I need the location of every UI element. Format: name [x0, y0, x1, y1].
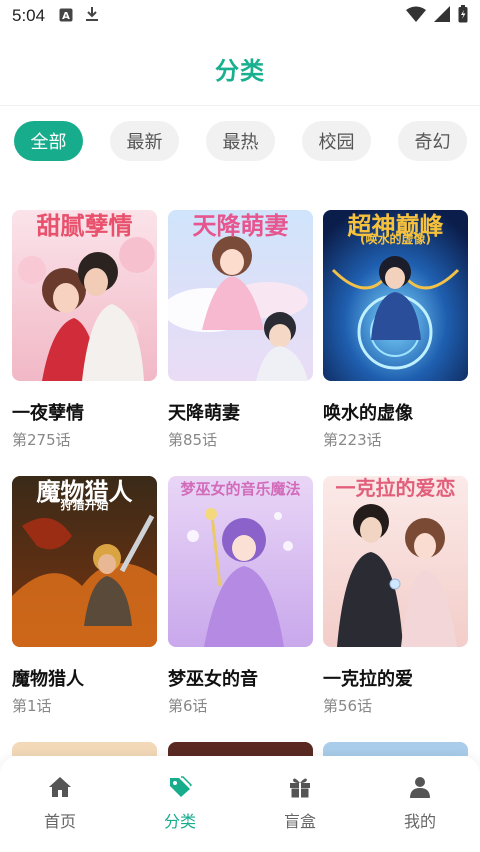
- nav-home[interactable]: 首页: [0, 756, 120, 852]
- cover-title: 一克拉的爱恋: [335, 476, 456, 500]
- cover-subtitle: (唤水的虚像): [360, 232, 431, 246]
- comic-cover[interactable]: 甜腻孽情: [12, 210, 157, 381]
- nav-blind-box[interactable]: 盲盒: [240, 756, 360, 852]
- nav-label: 盲盒: [283, 812, 316, 831]
- comic-cover[interactable]: [168, 742, 313, 756]
- comic-episode: 第1话: [12, 697, 52, 715]
- status-time: 5:04: [12, 6, 46, 25]
- comic-name: 一克拉的爱: [323, 669, 413, 690]
- comic-episode: 第6话: [168, 697, 208, 715]
- bottom-nav: 首页 分类 盲盒 我的: [0, 756, 480, 852]
- comic-cover[interactable]: 魔物猎人 狩猎开始: [12, 476, 157, 647]
- comic-episode: 第56话: [323, 697, 373, 715]
- comic-name: 天降萌妻: [168, 403, 240, 424]
- download-icon: [85, 6, 99, 26]
- tag-icon: [168, 776, 193, 802]
- comic-card[interactable]: [12, 742, 157, 756]
- nav-label: 我的: [403, 812, 436, 831]
- signal-icon: [434, 6, 450, 26]
- cover-title: 梦巫女的音乐魔法: [180, 480, 301, 498]
- comic-cover[interactable]: [323, 742, 468, 756]
- comic-episode: 第223话: [323, 431, 382, 449]
- svg-text:A: A: [62, 11, 70, 22]
- comic-cover[interactable]: [12, 742, 157, 756]
- comic-name: 魔物猎人: [12, 669, 84, 690]
- nav-profile[interactable]: 我的: [360, 756, 480, 852]
- status-bar: 5:04 A: [0, 0, 480, 32]
- user-icon: [408, 776, 432, 802]
- tab-newest[interactable]: 最新: [110, 121, 179, 161]
- comic-name: 一夜孽情: [12, 403, 84, 424]
- cover-title: 甜腻孽情: [36, 212, 133, 240]
- comic-cover[interactable]: 超神巅峰 (唤水的虚像): [323, 210, 468, 381]
- comic-cover[interactable]: 天降萌妻: [168, 210, 313, 381]
- comic-name: 梦巫女的音: [168, 669, 258, 690]
- nav-label: 分类: [163, 812, 196, 831]
- comic-card[interactable]: 一克拉的爱恋 一克拉的爱 第56话: [323, 476, 468, 716]
- tab-hottest[interactable]: 最热: [206, 121, 275, 161]
- notification-a-icon: A: [59, 7, 73, 26]
- category-tabs: 全部 最新 最热 校园 奇幻: [14, 121, 480, 163]
- comic-episode: 第85话: [168, 431, 218, 449]
- cover-title: 天降萌妻: [192, 212, 289, 240]
- comic-card[interactable]: 超神巅峰 (唤水的虚像) 唤水的虚像 第223话: [323, 210, 468, 450]
- comic-card[interactable]: 梦巫女的音乐魔法 梦巫女的音 第6话: [168, 476, 313, 716]
- comic-card[interactable]: 魔物猎人 狩猎开始 魔物猎人 第1话: [12, 476, 157, 716]
- comic-card[interactable]: 甜腻孽情 一夜孽情 第275话: [12, 210, 157, 450]
- tab-all[interactable]: 全部: [14, 121, 83, 161]
- page-title: 分类: [215, 57, 265, 85]
- comic-cover[interactable]: 梦巫女的音乐魔法: [168, 476, 313, 647]
- comic-cover[interactable]: 一克拉的爱恋: [323, 476, 468, 647]
- comic-card[interactable]: [168, 742, 313, 756]
- cover-subtitle: 狩猎开始: [60, 498, 109, 512]
- gift-icon: [288, 776, 312, 802]
- wifi-icon: [406, 6, 426, 26]
- comic-card[interactable]: 天降萌妻 天降萌妻 第85话: [168, 210, 313, 450]
- tab-fantasy[interactable]: 奇幻: [398, 121, 467, 161]
- nav-category[interactable]: 分类: [120, 756, 240, 852]
- comic-card[interactable]: [323, 742, 468, 756]
- battery-icon: [458, 5, 468, 27]
- home-icon: [48, 776, 72, 802]
- nav-label: 首页: [43, 812, 76, 831]
- tab-campus[interactable]: 校园: [302, 121, 371, 161]
- comic-episode: 第275话: [12, 431, 71, 449]
- page-header: 分类: [0, 32, 480, 106]
- comic-name: 唤水的虚像: [323, 403, 413, 424]
